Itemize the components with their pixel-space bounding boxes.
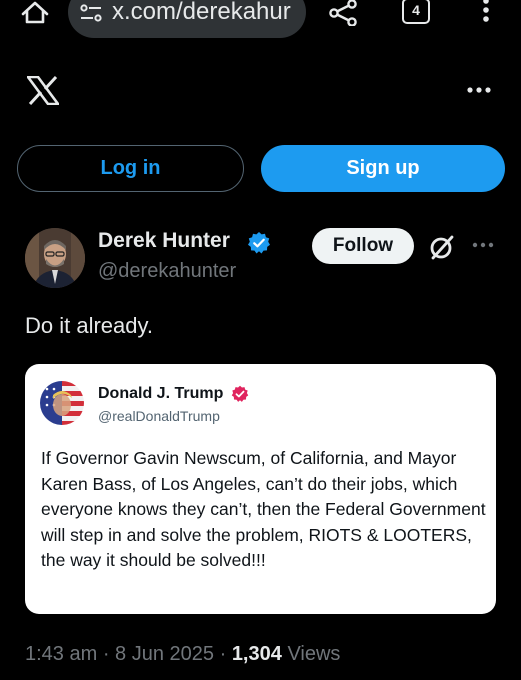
login-button[interactable]: Log in [17, 145, 244, 192]
share-icon[interactable] [328, 0, 358, 26]
quoted-avatar[interactable] [40, 381, 84, 425]
more-icon[interactable] [466, 86, 492, 94]
address-bar[interactable]: x.com/derekahur [68, 0, 306, 38]
x-logo[interactable] [27, 76, 59, 105]
home-icon[interactable] [20, 0, 50, 26]
views-label: Views [287, 643, 341, 665]
verified-icon [248, 232, 270, 254]
meta-separator: · [102, 643, 116, 665]
author-handle[interactable]: @derekahunter [98, 260, 236, 283]
meta-separator: · [219, 643, 232, 665]
post-meta: 1:43 am · 8 Jun 2025 · 1,304 Views [25, 643, 340, 666]
quoted-post-text: If Governor Gavin Newscum, of California… [41, 448, 486, 570]
quoted-post-card[interactable]: Donald J. Trump @realDonaldTrump If Gove… [25, 364, 496, 614]
more-icon[interactable] [472, 242, 494, 248]
tabs-icon[interactable]: 4 [402, 0, 430, 24]
grok-icon[interactable] [428, 234, 456, 260]
browser-bar: x.com/derekahur 4 [0, 0, 521, 42]
author-name[interactable]: Derek Hunter [98, 229, 230, 253]
signup-button[interactable]: Sign up [261, 145, 505, 192]
post-date[interactable]: 8 Jun 2025 [115, 643, 214, 665]
post-time[interactable]: 1:43 am [25, 643, 97, 665]
views-count: 1,304 [231, 643, 282, 665]
menu-icon[interactable] [478, 0, 494, 26]
verified-icon [231, 385, 249, 402]
avatar[interactable] [25, 228, 85, 288]
url-text[interactable]: x.com/derekahur [112, 0, 291, 26]
follow-button[interactable]: Follow [312, 228, 414, 264]
quoted-author-name[interactable]: Donald J. Trump [98, 385, 223, 403]
quoted-author-handle[interactable]: @realDonaldTrump [98, 408, 220, 424]
post-text: Do it already. [25, 313, 153, 338]
tune-icon[interactable] [80, 4, 102, 24]
